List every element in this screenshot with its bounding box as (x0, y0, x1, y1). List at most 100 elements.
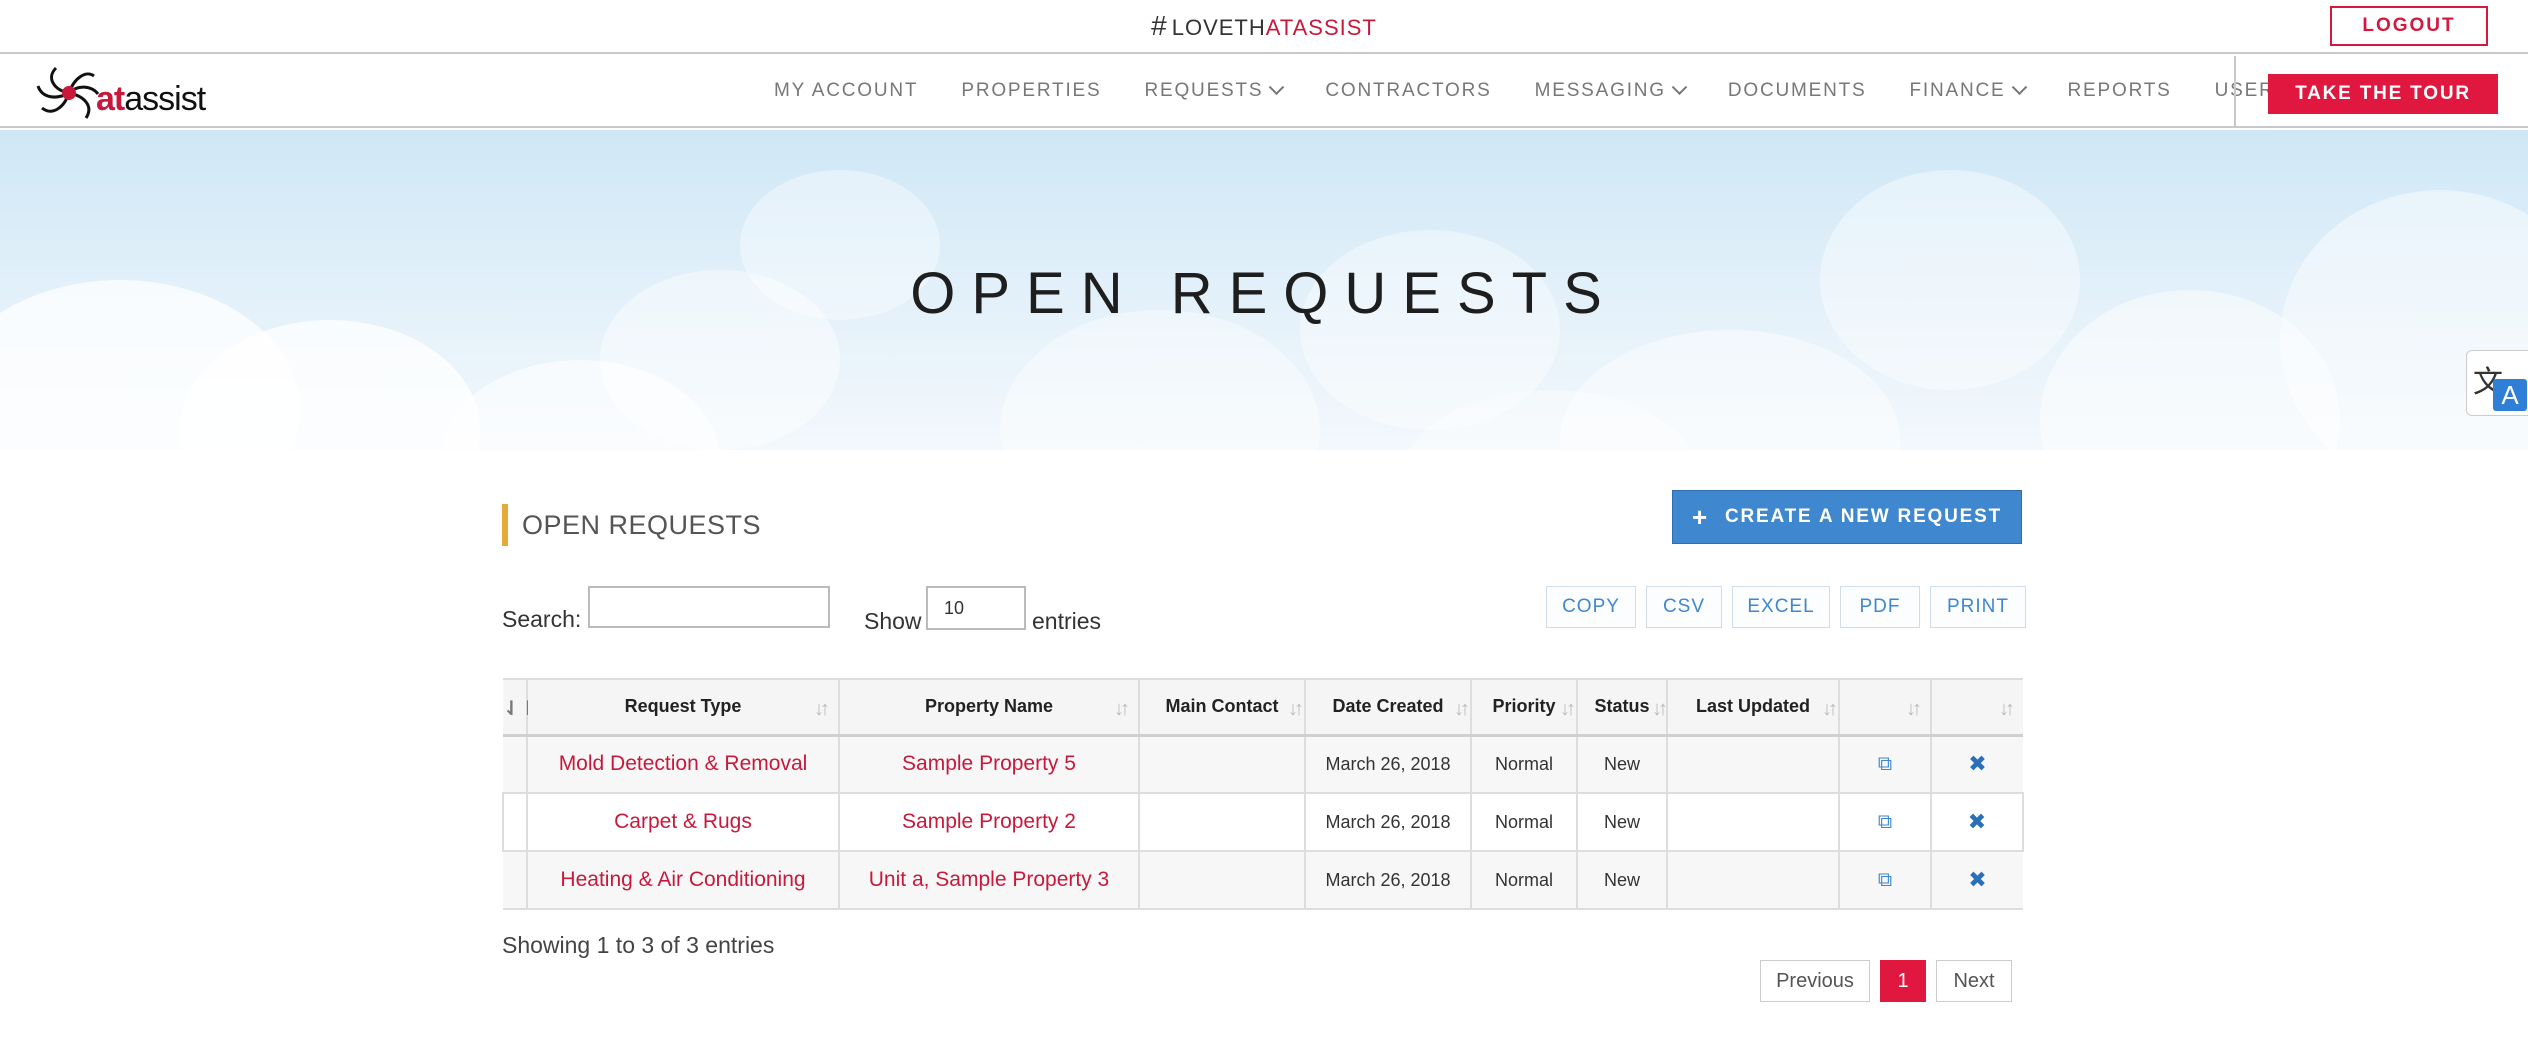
table-row: Mold Detection & Removal Sample Property… (503, 735, 2023, 794)
csv-button[interactable]: CSV (1646, 586, 1722, 628)
date-created-cell: March 26, 2018 (1304, 735, 1471, 794)
row-spacer (503, 851, 527, 910)
sort-icon: ↓↑ (1822, 698, 1838, 720)
nav-item-requests[interactable]: REQUESTS (1144, 78, 1285, 102)
close-icon[interactable]: ✖ (1968, 867, 1986, 892)
nav-item-finance[interactable]: FINANCE (1910, 78, 2027, 102)
close-icon[interactable]: ✖ (1968, 751, 1986, 776)
header-label: Request Type (624, 696, 742, 717)
section-heading: OPEN REQUESTS (502, 504, 761, 546)
date-created-cell: March 26, 2018 (1304, 793, 1471, 852)
column-header-request-type[interactable]: Request Type ↓↑ (526, 678, 839, 737)
sort-icon: ↓↑ (1454, 698, 1470, 720)
nav-menu: MY ACCOUNT PROPERTIES REQUESTS CONTRACTO… (774, 56, 2337, 126)
create-request-label: CREATE A NEW REQUEST (1724, 506, 2002, 527)
column-header-main-contact[interactable]: Main Contact ↓↑ (1138, 678, 1305, 737)
row-spacer (502, 793, 527, 852)
entries-select[interactable]: 10 (926, 586, 1026, 630)
column-header-priority[interactable]: Priority ↓↑ (1470, 678, 1577, 737)
column-header-sort[interactable]: ⇃⇂ (503, 678, 537, 737)
copy-icon[interactable]: ⧉ (1878, 753, 1892, 775)
take-tour-button[interactable]: TAKE THE TOUR (2268, 74, 2498, 114)
priority-cell: Normal (1470, 851, 1577, 910)
column-header-delete[interactable]: ↓↑ (1930, 678, 2023, 737)
create-request-button[interactable]: + CREATE A NEW REQUEST (1672, 490, 2022, 544)
hero-banner: OPEN REQUESTS (0, 130, 2528, 450)
main-contact-cell (1138, 793, 1305, 852)
page-1-button[interactable]: 1 (1880, 960, 1926, 1002)
chevron-down-icon (2011, 78, 2027, 95)
previous-button[interactable]: Previous (1760, 960, 1870, 1002)
print-button[interactable]: PRINT (1930, 586, 2026, 628)
page-title: OPEN REQUESTS (910, 261, 1618, 326)
header-label: Main Contact (1165, 696, 1279, 717)
header-label: Property Name (924, 696, 1054, 717)
nav-label: USER (2214, 80, 2275, 101)
column-header-copy[interactable]: ↓↑ (1838, 678, 1931, 737)
column-header-date-created[interactable]: Date Created ↓↑ (1304, 678, 1471, 737)
close-icon[interactable]: ✖ (1968, 809, 1986, 834)
nav-item-reports[interactable]: REPORTS (2068, 80, 2172, 102)
entries-label: entries (1032, 608, 1102, 634)
header-label: Date Created (1332, 696, 1444, 717)
request-type-link[interactable]: Carpet & Rugs (526, 793, 839, 852)
search-label: Search: (502, 606, 582, 632)
column-header-last-updated[interactable]: Last Updated ↓↑ (1666, 678, 1839, 737)
logo-text: atassist (96, 80, 206, 119)
next-button[interactable]: Next (1936, 960, 2012, 1002)
status-cell: New (1576, 793, 1667, 852)
search-input[interactable] (588, 586, 830, 628)
export-buttons: COPY CSV EXCEL PDF PRINT (1546, 586, 2026, 628)
chevron-down-icon (1671, 78, 1688, 95)
logout-button[interactable]: LOGOUT (2330, 6, 2488, 46)
main-contact-cell (1138, 735, 1305, 794)
nav-label: MY ACCOUNT (774, 80, 919, 101)
sort-icon: ↓↑ (1288, 698, 1304, 720)
nav-item-properties[interactable]: PROPERTIES (961, 80, 1101, 102)
copy-button[interactable]: COPY (1546, 586, 1636, 628)
request-type-link[interactable]: Heating & Air Conditioning (526, 851, 839, 910)
plus-icon: + (1691, 501, 1709, 532)
nav-item-my-account[interactable]: MY ACCOUNT (774, 80, 918, 102)
logo-swirl-icon (36, 66, 100, 119)
translate-widget[interactable]: 文 A (2466, 350, 2528, 416)
translate-a-icon: A (2493, 379, 2527, 411)
copy-icon[interactable]: ⧉ (1878, 811, 1892, 833)
nav-item-messaging[interactable]: MESSAGING (1534, 78, 1688, 102)
last-updated-cell (1666, 851, 1839, 910)
property-name-link[interactable]: Sample Property 2 (838, 793, 1139, 852)
nav-label: DOCUMENTS (1727, 80, 1867, 101)
nav-item-documents[interactable]: DOCUMENTS (1728, 80, 1867, 102)
table-row: Heating & Air Conditioning Unit a, Sampl… (503, 851, 2023, 910)
pdf-button[interactable]: PDF (1840, 586, 1920, 628)
nav-label: PROPERTIES (961, 80, 1102, 101)
column-header-status[interactable]: Status ↓↑ (1576, 678, 1668, 737)
status-cell: New (1576, 735, 1667, 794)
header-label: Last Updated (1695, 696, 1810, 717)
logo[interactable]: atassist (34, 60, 206, 126)
nav-divider (2234, 56, 2236, 128)
property-name-link[interactable]: Unit a, Sample Property 3 (838, 851, 1139, 910)
last-updated-cell (1666, 735, 1839, 794)
nav-label: REQUESTS (1144, 80, 1264, 101)
table-header-row: ⇃⇂ Request Type ↓↑ Property Name ↓↑ Main C… (503, 678, 2023, 737)
sort-icon: ↓↑ (1906, 698, 1922, 720)
delete-cell: ✖ (1930, 735, 2023, 794)
nav-label: MESSAGING (1534, 80, 1666, 101)
date-created-cell: March 26, 2018 (1304, 851, 1471, 910)
logo-text-at: at (96, 80, 125, 118)
delete-cell: ✖ (1930, 851, 2023, 910)
tagline-hash: # (1151, 10, 1168, 41)
section-heading-text: OPEN REQUESTS (522, 509, 762, 540)
nav-item-contractors[interactable]: CONTRACTORS (1325, 80, 1491, 102)
copy-cell: ⧉ (1838, 735, 1931, 794)
chevron-down-icon (1269, 78, 1285, 95)
request-type-link[interactable]: Mold Detection & Removal (526, 735, 839, 794)
copy-icon[interactable]: ⧉ (1878, 869, 1892, 891)
excel-button[interactable]: EXCEL (1732, 586, 1830, 628)
last-updated-cell (1666, 793, 1839, 852)
logo-text-rest: assist (124, 80, 206, 118)
priority-cell: Normal (1470, 735, 1577, 794)
property-name-link[interactable]: Sample Property 5 (838, 735, 1139, 794)
column-header-property-name[interactable]: Property Name ↓↑ (838, 678, 1139, 737)
